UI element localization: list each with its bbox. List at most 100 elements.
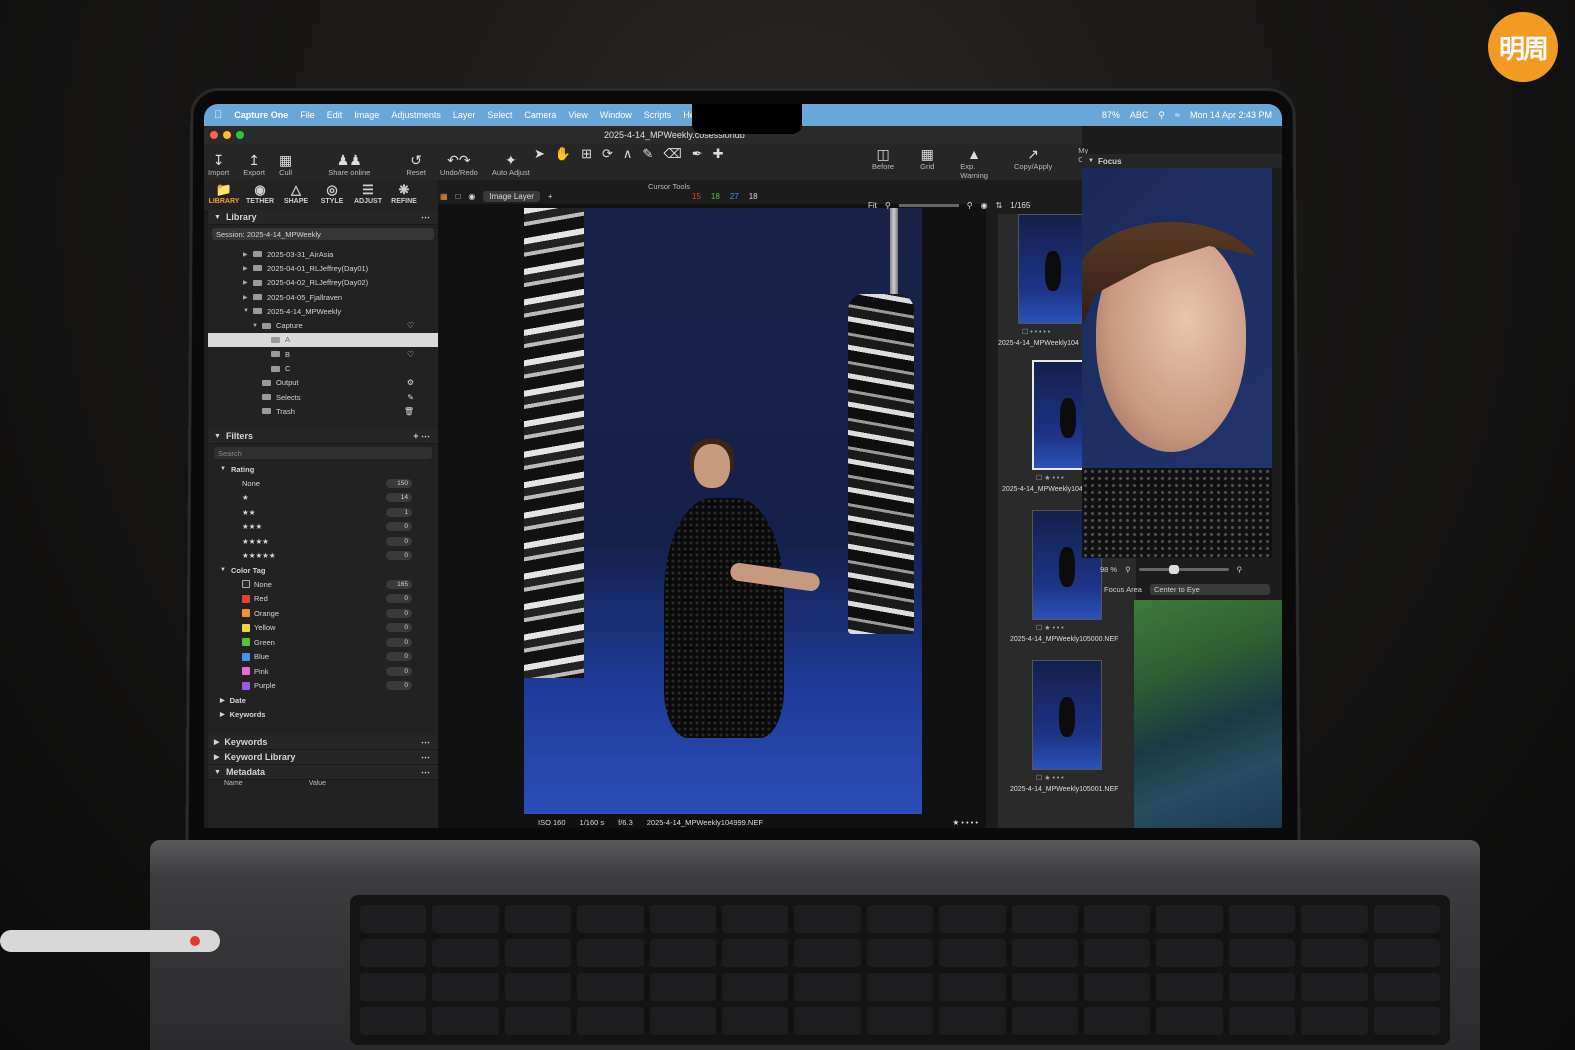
thumbnail[interactable] — [1018, 214, 1088, 324]
menu-layer[interactable]: Layer — [453, 110, 476, 120]
before-button[interactable]: ◫ Before — [872, 146, 894, 180]
heal-icon[interactable]: ✚ — [713, 146, 724, 162]
tab-tether[interactable]: ◉ TETHER — [242, 182, 278, 210]
image-viewer[interactable]: ISO 160 1/160 s f/6.3 2025-4-14_MPWeekly… — [438, 204, 986, 828]
wifi-icon[interactable]: ≈ — [1175, 110, 1180, 120]
focus-zoom-slider[interactable] — [1138, 564, 1229, 574]
search-browser-icon[interactable]: ⚲ — [967, 201, 973, 210]
grid-button[interactable]: ▦ Grid — [920, 146, 934, 180]
keystone-icon[interactable]: ∧ — [623, 146, 633, 162]
zoom-in-icon[interactable]: ⚲ — [1237, 565, 1243, 574]
library-folder[interactable]: C — [208, 361, 438, 375]
zoom-button[interactable] — [236, 131, 244, 139]
layout-icon[interactable]: ▦ — [440, 192, 448, 201]
tab-refine[interactable]: ❋ REFINE — [386, 182, 422, 210]
menu-app[interactable]: Capture One — [234, 110, 288, 120]
thumbnail[interactable] — [1032, 660, 1102, 770]
color-tag-filter-row[interactable]: Red 0 — [208, 592, 438, 607]
zoom-out-icon[interactable]: ⚲ — [1125, 565, 1131, 574]
library-folder[interactable]: ▼ Capture ♡ — [208, 318, 438, 332]
color-tag-filter-row[interactable]: Yellow 0 — [208, 621, 438, 636]
library-folder[interactable]: Trash 🗑 — [208, 404, 438, 418]
folder-mark-icon[interactable]: ⚙ — [407, 378, 414, 387]
rating-filter-row[interactable]: ★ 14 — [208, 491, 438, 506]
menu-scripts[interactable]: Scripts — [644, 110, 672, 120]
metadata-header[interactable]: ▼ Metadata ⋯ — [208, 765, 438, 780]
filters-header[interactable]: ▼ Filters + ⋯ — [208, 429, 438, 444]
tab-adjust[interactable]: ☰ ADJUST — [350, 182, 386, 210]
thumb-size-slider[interactable] — [898, 203, 959, 207]
library-folder[interactable]: Selects ✎ — [208, 390, 438, 404]
tab-shape[interactable]: △ SHAPE — [278, 182, 314, 210]
menu-view[interactable]: View — [568, 110, 587, 120]
viewer-star-rating[interactable]: ★ • • • • — [952, 818, 978, 827]
library-folder[interactable]: ▶ 2025-03-31_AirAsia — [208, 247, 438, 261]
search-icon[interactable]: ⚲ — [1158, 110, 1165, 121]
disclosure-icon[interactable]: ▶ — [243, 251, 253, 258]
folder-mark-icon[interactable]: 🗑 — [404, 407, 414, 416]
color-tag-header[interactable]: ▼ Color Tag — [208, 563, 438, 577]
keywords-filter-header[interactable]: ▶ Keywords — [208, 707, 438, 721]
thumbnail-rating[interactable]: ☐ ★ • • • — [1036, 474, 1064, 482]
rotate-icon[interactable]: ⟳ — [602, 146, 613, 162]
date-filter-header[interactable]: ▶ Date — [208, 693, 438, 707]
single-view-icon[interactable]: □ — [456, 192, 461, 201]
library-header[interactable]: ▼ Library ⋯ — [208, 210, 438, 225]
hand-icon[interactable]: ✋ — [555, 146, 571, 162]
zoom-icon[interactable]: ⚲ — [885, 201, 891, 210]
rating-filter-row[interactable]: ★★ 1 — [208, 505, 438, 520]
library-folder[interactable]: ▶ 2025-04-01_RLJeffrey(Day01) — [208, 261, 438, 275]
rating-filter-row[interactable]: ★★★ 0 — [208, 520, 438, 535]
keywords-header[interactable]: ▶ Keywords ⋯ — [208, 735, 438, 750]
menu-edit[interactable]: Edit — [327, 110, 343, 120]
color-tag-filter-row[interactable]: None 165 — [208, 577, 438, 592]
menu-select[interactable]: Select — [487, 110, 512, 120]
close-button[interactable] — [210, 131, 218, 139]
disclosure-icon[interactable]: ▼ — [243, 308, 253, 314]
color-tag-filter-row[interactable]: Green 0 — [208, 635, 438, 650]
cull-button[interactable]: ▦ Cull — [279, 152, 292, 177]
undo-redo-button[interactable]: ↶↷ Undo/Redo — [440, 152, 478, 177]
thumbnail-rating[interactable]: ☐ • • • • • — [1022, 328, 1050, 336]
disclosure-icon[interactable]: ▼ — [252, 323, 262, 329]
layer-select[interactable]: Image Layer — [483, 190, 540, 202]
focus-preview[interactable] — [1082, 168, 1272, 558]
reset-button[interactable]: ↺ Reset — [406, 152, 426, 177]
eraser-icon[interactable]: ⌫ — [663, 146, 681, 162]
folder-mark-icon[interactable]: ♡ — [407, 321, 414, 330]
clock[interactable]: Mon 14 Apr 2:43 PM — [1190, 110, 1272, 120]
export-button[interactable]: ↥ Export — [243, 152, 265, 177]
import-button[interactable]: ↧ Import — [208, 152, 229, 177]
crop-icon[interactable]: ⊞ — [581, 146, 592, 162]
eye-view-icon[interactable]: ◉ — [468, 192, 475, 201]
minimize-button[interactable] — [223, 131, 231, 139]
color-tag-filter-row[interactable]: Blue 0 — [208, 650, 438, 665]
thumbnail-rating[interactable]: ☐ ★ • • • — [1036, 624, 1064, 632]
color-tag-filter-row[interactable]: Orange 0 — [208, 606, 438, 621]
rating-header[interactable]: ▼ Rating — [208, 462, 438, 476]
library-folder[interactable]: Output ⚙ — [208, 376, 438, 390]
exp-warning-button[interactable]: ▲ Exp. Warning — [960, 146, 988, 180]
library-folder[interactable]: A — [208, 332, 438, 348]
main-photo[interactable] — [524, 208, 922, 814]
keyword-library-header[interactable]: ▶ Keyword Library ⋯ — [208, 750, 438, 765]
rating-filter-row[interactable]: None 150 — [208, 476, 438, 491]
session-select[interactable]: Session: 2025-4-14_MPWeekly — [212, 228, 434, 240]
brush-icon[interactable]: ✎ — [642, 146, 653, 162]
library-folder[interactable]: ▼ 2025-4-14_MPWeekly — [208, 304, 438, 318]
input-source[interactable]: ABC — [1130, 110, 1149, 120]
share-online-button[interactable]: ♟♟ Share online — [328, 152, 370, 177]
library-folder[interactable]: B ♡ — [208, 347, 438, 361]
menu-image[interactable]: Image — [354, 110, 379, 120]
filter-search-input[interactable]: Search — [214, 447, 432, 459]
tab-library[interactable]: 📁 LIBRARY — [206, 182, 242, 210]
copy-apply-button[interactable]: ↗ Copy/Apply — [1014, 146, 1052, 180]
sort-icon[interactable]: ⇅ — [996, 201, 1003, 210]
folder-mark-icon[interactable]: ♡ — [407, 350, 414, 359]
apple-icon[interactable]:  — [214, 109, 222, 121]
rating-filter-row[interactable]: ★★★★★ 0 — [208, 549, 438, 564]
rating-filter-row[interactable]: ★★★★ 0 — [208, 534, 438, 549]
add-layer-icon[interactable]: + — [548, 192, 553, 201]
menu-file[interactable]: File — [300, 110, 315, 120]
menu-window[interactable]: Window — [600, 110, 632, 120]
